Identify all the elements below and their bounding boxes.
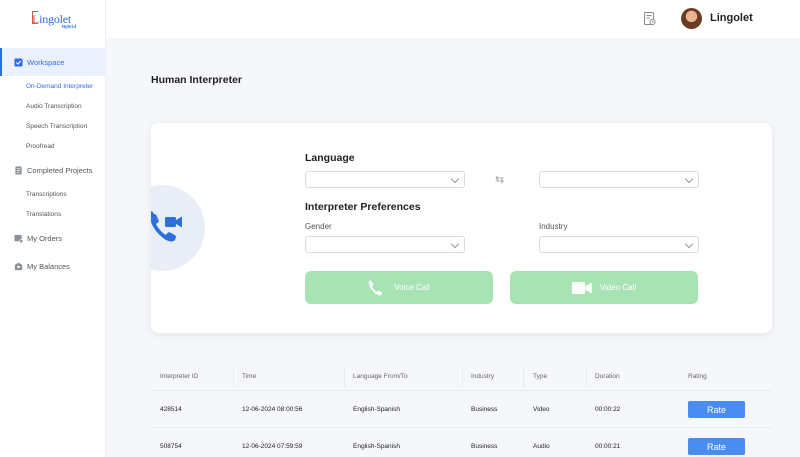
sidebar-item-proofread[interactable]: Proofread	[0, 136, 106, 156]
sidebar-item-translations[interactable]: Translations	[0, 204, 106, 224]
sidebar-item-label: My Balances	[27, 261, 70, 271]
chevron-down-icon	[684, 174, 694, 184]
sidebar-item-audio-transcription[interactable]: Audio Transcription	[0, 96, 106, 116]
column-header-time: Time	[242, 373, 257, 380]
cell-industry: Business	[471, 443, 498, 450]
chevron-down-icon	[450, 239, 460, 249]
cell-interpreter-id: 428514	[160, 406, 182, 413]
industry-label: Industry	[539, 222, 568, 231]
user-name[interactable]: Lingolet	[710, 12, 753, 24]
workspace-icon	[14, 57, 23, 67]
industry-select[interactable]	[539, 236, 699, 253]
sidebar-item-label: Workspace	[27, 57, 65, 67]
gender-select[interactable]	[305, 236, 465, 253]
cell-type: Video	[533, 406, 550, 413]
cell-language: English-Spanish	[353, 443, 400, 450]
cell-interpreter-id: 508754	[160, 443, 182, 450]
row-divider	[151, 390, 772, 391]
cell-type: Audio	[533, 443, 550, 450]
cell-duration: 00:00:22	[595, 406, 621, 413]
column-separator	[462, 367, 463, 387]
rate-button[interactable]: Rate	[688, 438, 745, 455]
wallet-icon	[14, 262, 23, 270]
sidebar-item-label: Completed Projects	[27, 165, 93, 175]
sidebar-item-on-demand-interpreter[interactable]: On-Demand Interpreter	[0, 76, 106, 96]
column-separator	[233, 367, 234, 387]
orders-icon	[14, 234, 23, 243]
phone-illustration	[151, 185, 205, 271]
column-header-type: Type	[533, 373, 548, 380]
logo-sub: Hybrid	[61, 24, 76, 29]
column-separator	[344, 367, 345, 387]
column-header-rating: Rating	[688, 373, 707, 380]
lingolet-logo[interactable]: Lingolet Hybrid	[32, 10, 76, 30]
column-header-language: Language From/To	[353, 373, 408, 380]
column-separator	[586, 367, 587, 387]
column-header-interpreter-id: Interpreter ID	[160, 373, 199, 380]
language-section-title: Language	[305, 152, 355, 164]
top-header: Lingolet	[106, 0, 800, 38]
row-divider	[151, 427, 772, 428]
video-call-label: Video Call	[599, 283, 637, 292]
voice-call-label: Voice Call	[394, 283, 430, 292]
sidebar-item-workspace[interactable]: Workspace	[0, 48, 106, 76]
cell-language: English-Spanish	[353, 406, 400, 413]
cell-time: 12-06-2024 07:59:59	[242, 443, 303, 450]
preferences-section-title: Interpreter Preferences	[305, 201, 421, 213]
video-camera-icon	[571, 281, 592, 294]
phone-icon	[369, 279, 383, 295]
document-history-icon[interactable]	[644, 12, 656, 26]
logo-bracket	[32, 11, 38, 24]
column-header-duration: Duration	[595, 373, 620, 380]
sidebar-item-my-orders[interactable]: My Orders	[0, 224, 106, 252]
source-language-select[interactable]	[305, 171, 465, 188]
sidebar-item-completed-projects[interactable]: Completed Projects	[0, 156, 106, 184]
sidebar-item-my-balances[interactable]: My Balances	[0, 252, 106, 280]
interpreter-request-card: Language ⇆ Interpreter Preferences Gende…	[151, 123, 772, 333]
cell-industry: Business	[471, 406, 498, 413]
chevron-down-icon	[684, 239, 694, 249]
column-header-industry: Industry	[471, 373, 495, 380]
document-icon	[15, 165, 22, 175]
column-separator	[523, 367, 524, 387]
page-title: Human Interpreter	[151, 74, 243, 86]
gender-label: Gender	[305, 222, 332, 231]
chevron-down-icon	[450, 174, 460, 184]
cell-time: 12-06-2024 08:00:56	[242, 406, 303, 413]
sidebar-nav: Workspace On-Demand Interpreter Audio Tr…	[0, 48, 106, 280]
phone-video-icon	[151, 211, 182, 242]
sidebar-item-transcriptions[interactable]: Transcriptions	[0, 184, 106, 204]
sidebar-item-label: My Orders	[27, 233, 63, 243]
video-call-button[interactable]: Video Call	[510, 271, 698, 304]
swap-languages-icon[interactable]: ⇆	[495, 173, 504, 186]
cell-duration: 00:00:21	[595, 443, 621, 450]
avatar[interactable]	[681, 8, 702, 29]
voice-call-button[interactable]: Voice Call	[305, 271, 493, 304]
sidebar: Lingolet Hybrid Workspace On-Demand Inte…	[0, 0, 106, 457]
rate-button[interactable]: Rate	[688, 401, 745, 418]
target-language-select[interactable]	[539, 171, 699, 188]
sidebar-item-speech-transcription[interactable]: Speech Transcription	[0, 116, 106, 136]
